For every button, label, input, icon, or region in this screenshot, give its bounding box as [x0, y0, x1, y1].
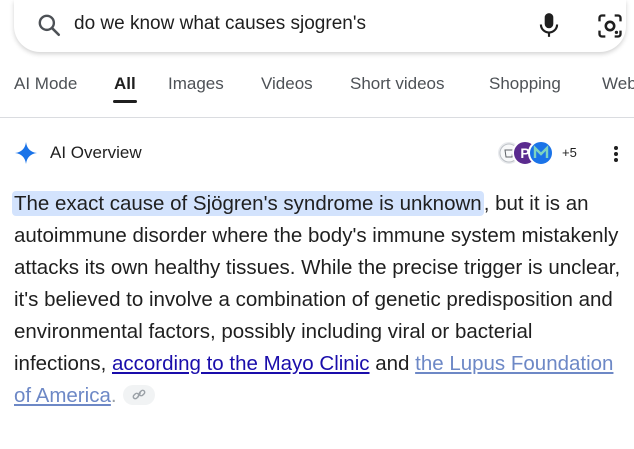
source-m-logo-icon [528, 140, 554, 166]
more-vert-icon[interactable] [612, 144, 620, 164]
tab-web[interactable]: Web [602, 74, 634, 94]
tab-images[interactable]: Images [168, 74, 224, 94]
search-icon [36, 12, 62, 38]
tab-shopping[interactable]: Shopping [489, 74, 561, 94]
search-tabs: AI Mode All Images Videos Short videos S… [0, 60, 634, 106]
tab-ai-mode[interactable]: AI Mode [14, 74, 77, 94]
mic-icon[interactable] [536, 11, 562, 39]
tab-all[interactable]: All [114, 74, 136, 94]
and-text: and [369, 352, 416, 375]
ai-overview-text: The exact cause of Sjögren's syndrome is… [12, 188, 624, 412]
source-avatars[interactable]: P +5 [496, 140, 586, 168]
search-bar[interactable]: do we know what causes sjogren's [14, 0, 626, 52]
ai-overview-header: AI Overview P +5 [14, 140, 624, 168]
tab-videos[interactable]: Videos [261, 74, 313, 94]
answer-body: , but it is an autoimmune disorder where… [14, 192, 621, 375]
tabs-divider [0, 117, 634, 118]
search-input[interactable]: do we know what causes sjogren's [74, 13, 366, 35]
active-tab-indicator [113, 100, 137, 103]
tab-short-videos[interactable]: Short videos [350, 74, 445, 94]
link-icon[interactable] [122, 384, 155, 405]
highlighted-answer: The exact cause of Sjögren's syndrome is… [12, 191, 484, 216]
lens-icon[interactable] [596, 12, 624, 40]
sources-more-count: +5 [562, 145, 577, 160]
sparkle-icon [14, 141, 38, 165]
ai-overview-title: AI Overview [50, 143, 142, 162]
end-period: . [110, 384, 117, 407]
mayo-clinic-link[interactable]: according to the Mayo Clinic [112, 352, 370, 375]
